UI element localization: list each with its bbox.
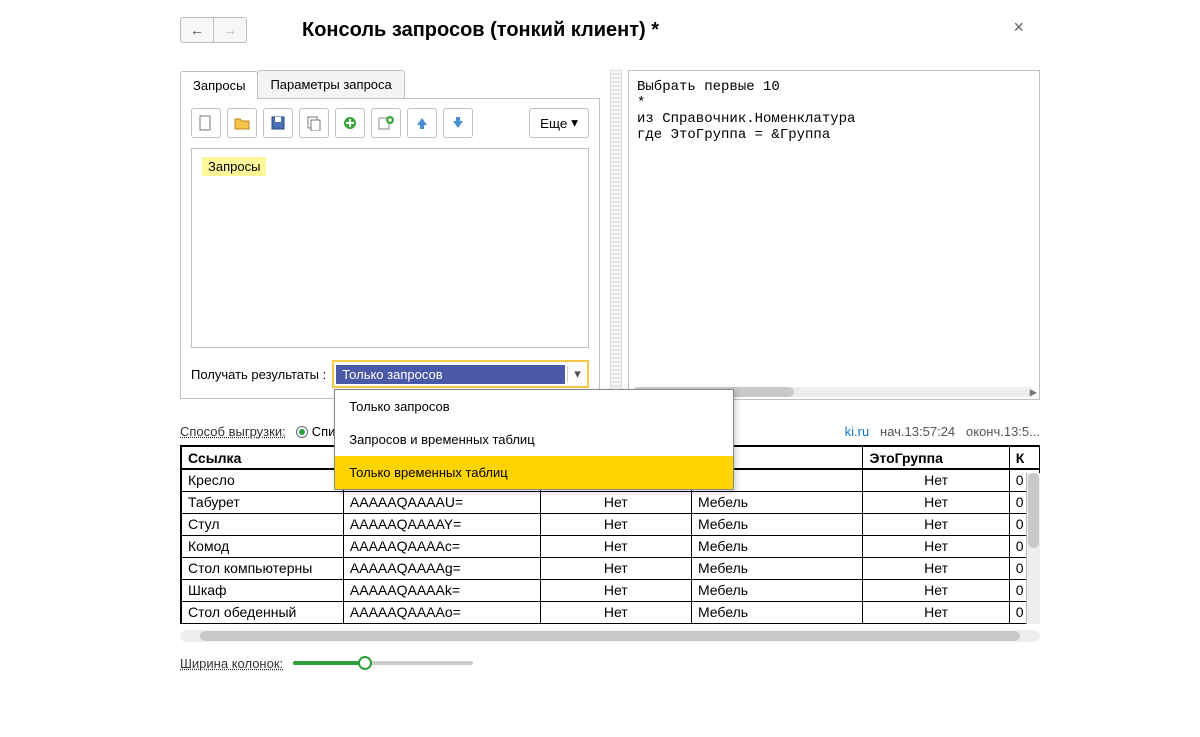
table-cell-parent: Мебель bbox=[691, 557, 863, 579]
table-cell-grp: Нет bbox=[863, 535, 1009, 557]
site-link[interactable]: ki.ru bbox=[845, 424, 870, 439]
table-cell-ref: Табурет bbox=[182, 491, 343, 513]
column-header-code[interactable]: К bbox=[1009, 447, 1039, 469]
start-label: нач. bbox=[880, 424, 905, 439]
end-label: оконч. bbox=[966, 424, 1004, 439]
table-row[interactable]: ТабуретAAAAAQAAAAU=НетМебельНет0 bbox=[182, 491, 1040, 513]
nav-forward-button[interactable]: → bbox=[213, 17, 247, 43]
table-cell-parent: Мебель bbox=[691, 601, 863, 623]
more-label: Еще bbox=[540, 116, 567, 131]
column-header-isgroup[interactable]: ЭтоГруппа bbox=[863, 447, 1009, 469]
new-icon[interactable] bbox=[191, 108, 221, 138]
table-cell-grp: Нет bbox=[863, 601, 1009, 623]
table-cell-ref: Стол компьютерны bbox=[182, 557, 343, 579]
add-child-icon[interactable] bbox=[371, 108, 401, 138]
table-cell-ref: Стул bbox=[182, 513, 343, 535]
slider-knob[interactable] bbox=[358, 656, 372, 670]
end-time: 13:5... bbox=[1004, 424, 1040, 439]
table-cell-grp: Нет bbox=[863, 579, 1009, 601]
query-tree[interactable]: Запросы bbox=[191, 148, 589, 348]
table-cell-grp: Нет bbox=[863, 513, 1009, 535]
splitter-handle[interactable] bbox=[610, 70, 622, 400]
table-horizontal-scrollbar[interactable] bbox=[180, 630, 1040, 642]
column-width-slider[interactable] bbox=[293, 661, 473, 665]
table-cell-del: Нет bbox=[540, 601, 691, 623]
table-cell-parent: Мебель bbox=[691, 535, 863, 557]
close-button[interactable]: × bbox=[1007, 16, 1030, 39]
query-code-editor[interactable]: Выбрать первые 10 * из Справочник.Номенк… bbox=[628, 70, 1040, 400]
results-mode-combobox[interactable]: Только запросов ▾ Только запросов Запрос… bbox=[332, 360, 589, 388]
start-time: 13:57:24 bbox=[905, 424, 956, 439]
nav-back-button[interactable]: ← bbox=[180, 17, 214, 43]
column-header-ref[interactable]: Ссылка bbox=[182, 447, 343, 469]
table-cell-grp: Нет bbox=[863, 557, 1009, 579]
results-mode-value: Только запросов bbox=[336, 365, 565, 384]
results-mode-label: Получать результаты : bbox=[191, 367, 326, 382]
table-cell-ref: Комод bbox=[182, 535, 343, 557]
tab-queries[interactable]: Запросы bbox=[180, 71, 258, 99]
table-cell-parent: Мебель bbox=[691, 579, 863, 601]
add-icon[interactable] bbox=[335, 108, 365, 138]
copy-icon[interactable] bbox=[299, 108, 329, 138]
export-mode-label: Способ выгрузки: bbox=[180, 424, 286, 439]
window-title: Консоль запросов (тонкий клиент) * bbox=[302, 19, 659, 42]
table-cell-ver: AAAAAQAAAAg= bbox=[343, 557, 540, 579]
table-cell-del: Нет bbox=[540, 557, 691, 579]
table-cell-ref: Стол обеденный bbox=[182, 601, 343, 623]
table-cell-ref: Кресло bbox=[182, 469, 343, 491]
table-cell-ver: AAAAAQAAAAo= bbox=[343, 601, 540, 623]
save-icon[interactable] bbox=[263, 108, 293, 138]
table-cell-parent: Мебель bbox=[691, 513, 863, 535]
open-icon[interactable] bbox=[227, 108, 257, 138]
tree-root-item[interactable]: Запросы bbox=[202, 157, 266, 176]
column-width-label: Ширина колонок: bbox=[180, 656, 283, 671]
table-row[interactable]: Стол компьютерныAAAAAQAAAAg=НетМебельНет… bbox=[182, 557, 1040, 579]
table-cell-parent: Мебель bbox=[691, 491, 863, 513]
table-cell-del: Нет bbox=[540, 579, 691, 601]
down-arrow-icon[interactable] bbox=[443, 108, 473, 138]
table-row[interactable]: КомодAAAAAQAAAAc=НетМебельНет0 bbox=[182, 535, 1040, 557]
results-mode-dropdown: Только запросов Запросов и временных таб… bbox=[334, 389, 734, 490]
table-cell-ver: AAAAAQAAAAY= bbox=[343, 513, 540, 535]
table-cell-grp: Нет bbox=[863, 469, 1009, 491]
table-row[interactable]: Стол обеденныйAAAAAQAAAAo=НетМебельНет0 bbox=[182, 601, 1040, 623]
table-cell-grp: Нет bbox=[863, 491, 1009, 513]
table-cell-ver: AAAAAQAAAAk= bbox=[343, 579, 540, 601]
dropdown-option-temp-only[interactable]: Только временных таблиц bbox=[335, 456, 733, 489]
table-cell-ver: AAAAAQAAAAc= bbox=[343, 535, 540, 557]
table-cell-del: Нет bbox=[540, 491, 691, 513]
table-vertical-scrollbar[interactable] bbox=[1026, 473, 1040, 624]
query-code-text: Выбрать первые 10 * из Справочник.Номенк… bbox=[637, 79, 855, 143]
table-cell-del: Нет bbox=[540, 513, 691, 535]
more-button[interactable]: Еще ▾ bbox=[529, 108, 589, 138]
tab-query-params[interactable]: Параметры запроса bbox=[257, 70, 404, 98]
radio-checked-icon bbox=[296, 426, 308, 438]
chevron-down-icon: ▾ bbox=[571, 115, 578, 131]
combo-dropdown-icon[interactable]: ▾ bbox=[567, 366, 587, 382]
table-cell-del: Нет bbox=[540, 535, 691, 557]
table-row[interactable]: СтулAAAAAQAAAAY=НетМебельНет0 bbox=[182, 513, 1040, 535]
table-row[interactable]: ШкафAAAAAQAAAAk=НетМебельНет0 bbox=[182, 579, 1040, 601]
dropdown-option-queries-and-temp[interactable]: Запросов и временных таблиц bbox=[335, 423, 733, 456]
up-arrow-icon[interactable] bbox=[407, 108, 437, 138]
table-cell-ver: AAAAAQAAAAU= bbox=[343, 491, 540, 513]
table-cell-ref: Шкаф bbox=[182, 579, 343, 601]
dropdown-option-queries-only[interactable]: Только запросов bbox=[335, 390, 733, 423]
